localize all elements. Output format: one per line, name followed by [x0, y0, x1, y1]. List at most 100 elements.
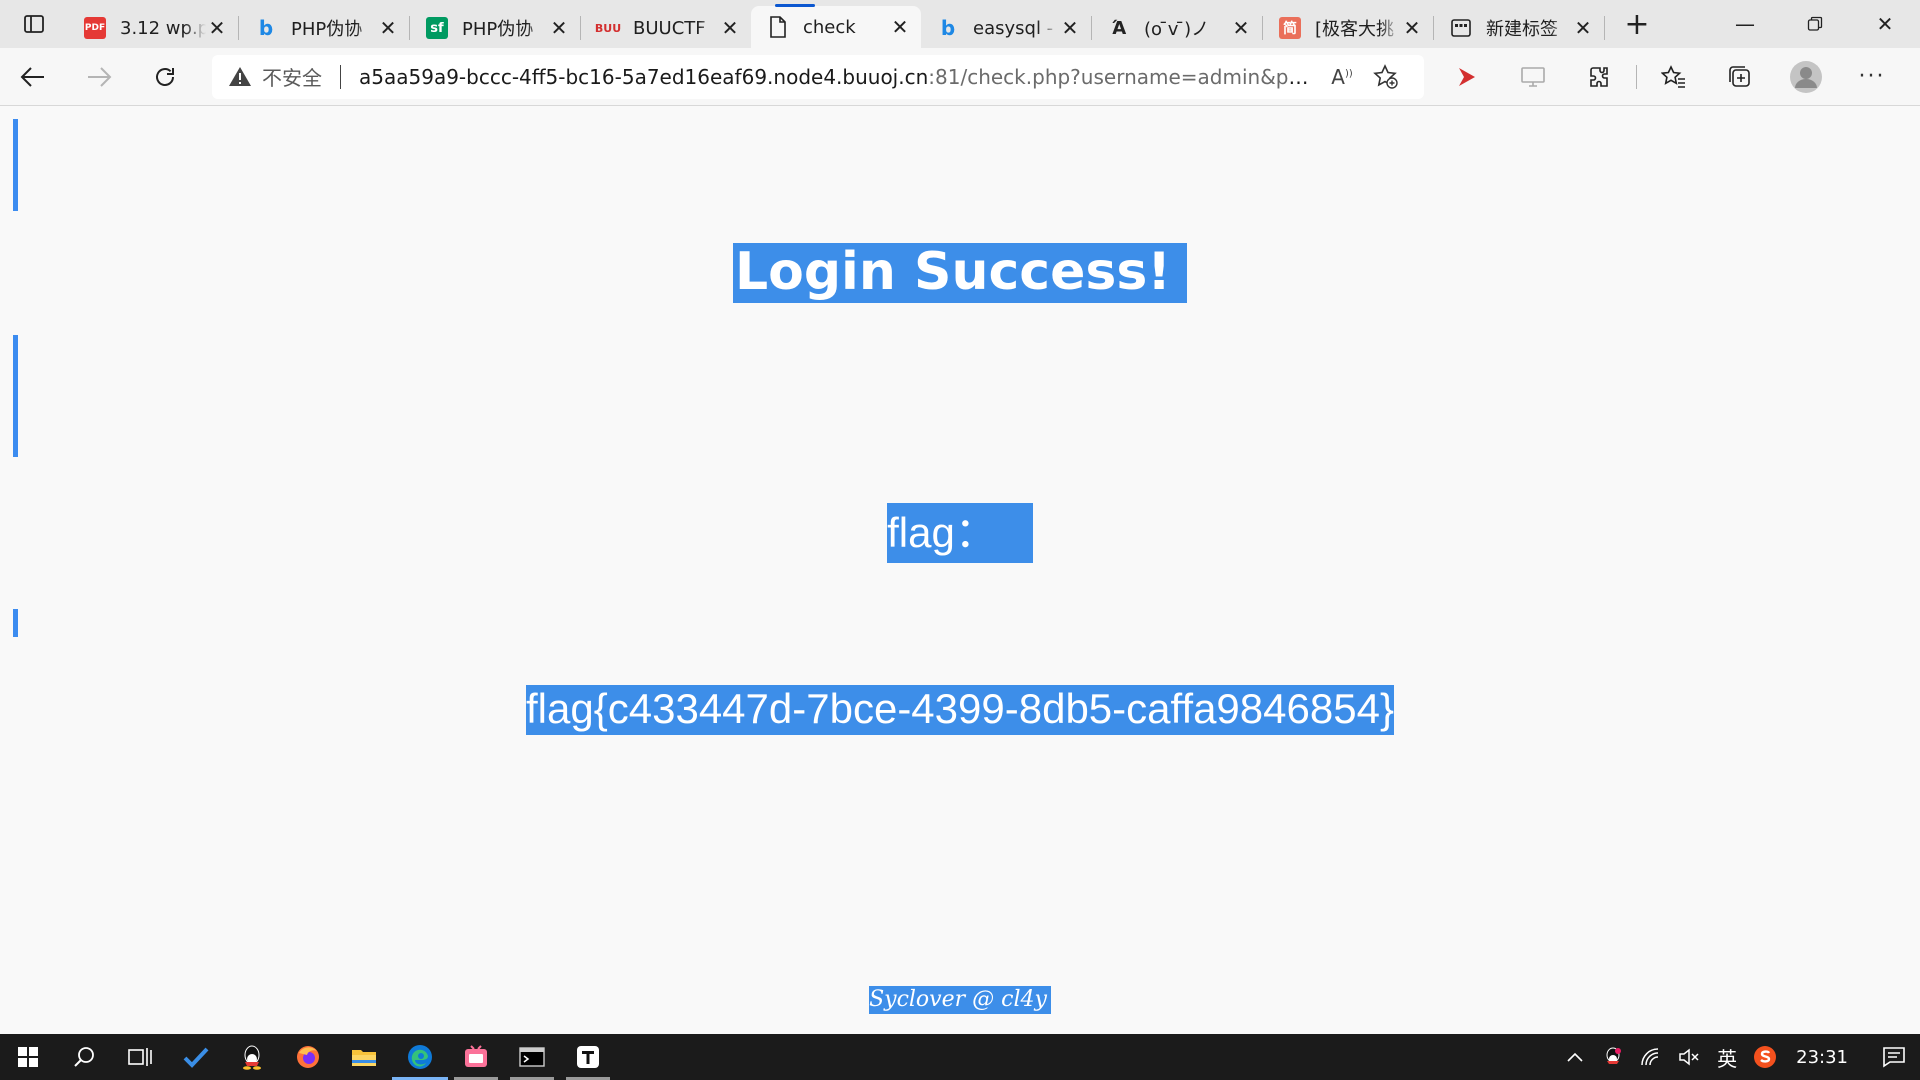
url-host: a5aa59a9-bccc-4ff5-bc16-5a7ed16eaf69.nod… [359, 64, 929, 89]
extensions-button[interactable] [1566, 48, 1632, 106]
close-icon[interactable]: ✕ [377, 16, 399, 40]
close-icon[interactable]: ✕ [1572, 16, 1594, 40]
tab-actions-button[interactable] [0, 0, 68, 48]
add-favorite-button[interactable] [1364, 55, 1408, 99]
terminal-icon [519, 1047, 545, 1067]
login-title-text: Login Success! [732, 243, 1188, 303]
new-tab-button[interactable]: + [1613, 0, 1661, 48]
close-icon[interactable]: ✕ [889, 15, 911, 39]
favorites-icon [1661, 64, 1685, 88]
start-button[interactable] [0, 1034, 56, 1080]
tab-title: PHP伪协 [462, 19, 534, 40]
tab-easysql[interactable]: b easysql - ✕ [921, 8, 1091, 48]
close-icon[interactable]: ✕ [1230, 16, 1252, 40]
notification-center-button[interactable] [1868, 1034, 1920, 1080]
system-tray: 英 23:31 [1556, 1034, 1920, 1080]
file-explorer-icon [352, 1050, 376, 1066]
chevron-up-icon [1567, 1052, 1583, 1062]
read-aloud-button[interactable]: A)) [1320, 55, 1364, 99]
address-bar[interactable]: 不安全 a5aa59a9-bccc-4ff5-bc16-5a7ed16eaf69… [212, 54, 1424, 99]
tab-title: easysql - [973, 17, 1054, 39]
sogou-ime-button[interactable] [1746, 1034, 1784, 1080]
refresh-button[interactable] [132, 48, 198, 106]
forward-arrow-icon [88, 66, 112, 87]
close-icon[interactable]: ✕ [719, 16, 741, 40]
taskbar-app-todo[interactable] [168, 1034, 224, 1080]
volume-button[interactable] [1670, 1034, 1708, 1080]
star-add-icon [1373, 63, 1398, 89]
page-content: Login Success! flag： flag{c433447d-7bce-… [0, 107, 1920, 1034]
taskbar-app-firefox[interactable] [280, 1034, 336, 1080]
collections-icon [1729, 65, 1750, 87]
taskbar-app-file-explorer[interactable] [336, 1034, 392, 1080]
tab-title: BUUCTF [633, 17, 706, 39]
show-hidden-icons-button[interactable] [1556, 1034, 1594, 1080]
collections-button[interactable] [1707, 48, 1773, 106]
bilibili-icon [465, 1045, 487, 1067]
security-label[interactable]: 不安全 [262, 62, 322, 91]
search-button[interactable] [56, 1034, 112, 1080]
tab-jianshu[interactable]: 简 [极客大挑 ✕ [1263, 8, 1433, 48]
taskbar-app-qq[interactable] [224, 1034, 280, 1080]
selection-bar [13, 335, 18, 457]
settings-more-button[interactable]: ··· [1839, 48, 1905, 106]
tab-title: [极客大挑 [1315, 19, 1395, 40]
profile-button[interactable] [1773, 48, 1839, 106]
qq-icon [243, 1045, 261, 1070]
task-view-icon [128, 1048, 152, 1066]
sogou-icon [1754, 1046, 1777, 1068]
flag-label: flag： [0, 503, 1920, 563]
close-icon[interactable]: ✕ [1401, 16, 1423, 40]
extension-red-button[interactable] [1434, 48, 1500, 106]
extension-screen-button[interactable] [1500, 48, 1566, 106]
tab-check[interactable]: check ✕ [751, 4, 921, 48]
windows-taskbar: 英 23:31 [0, 1034, 1920, 1080]
close-icon[interactable]: ✕ [1059, 16, 1081, 40]
segmentfault-icon: sf [426, 17, 448, 39]
url-text[interactable]: a5aa59a9-bccc-4ff5-bc16-5a7ed16eaf69.nod… [359, 65, 1320, 89]
input-method-button[interactable]: 英 [1708, 1034, 1746, 1080]
close-icon[interactable]: ✕ [206, 16, 228, 40]
restore-button[interactable] [1780, 0, 1850, 48]
todo-icon [183, 1047, 209, 1068]
taskbar-app-typora[interactable] [560, 1034, 616, 1080]
typora-icon [577, 1046, 599, 1068]
tab-strip: PDF 3.12 wp.p ✕ b PHP伪协 ✕ sf PHP伪协 ✕ BUU… [0, 0, 1920, 48]
tab-newtab[interactable]: 新建标签 ✕ [1434, 8, 1604, 48]
bing-icon: b [940, 16, 956, 40]
footer-credit: Syclover @ cl4y [0, 986, 1920, 1014]
edge-icon [408, 1045, 432, 1069]
tab-buuctf[interactable]: BUU BUUCTF ✕ [581, 8, 751, 48]
screen-extension-icon [1521, 66, 1545, 87]
tab-title: PHP伪协 [291, 19, 363, 40]
close-icon[interactable]: ✕ [548, 16, 570, 40]
back-button[interactable] [0, 48, 66, 106]
jianshu-icon: 简 [1279, 17, 1301, 39]
minimize-button[interactable]: — [1710, 0, 1780, 48]
restore-icon [1807, 16, 1823, 31]
tab-php-bing[interactable]: b PHP伪协 ✕ [239, 8, 409, 48]
tab-emoticon[interactable]: Ά (o ̄v ̄)ノ ✕ [1092, 8, 1262, 48]
warning-icon [229, 66, 251, 86]
search-icon [74, 1047, 94, 1067]
taskbar-app-bilibili[interactable] [448, 1034, 504, 1080]
close-icon: ✕ [1876, 12, 1894, 36]
clock[interactable]: 23:31 [1784, 1047, 1868, 1068]
read-aloud-icon: A)) [1331, 64, 1353, 89]
task-view-button[interactable] [112, 1034, 168, 1080]
tab-pdf[interactable]: PDF 3.12 wp.p ✕ [68, 8, 238, 48]
tab-php-sf[interactable]: sf PHP伪协 ✕ [410, 8, 580, 48]
url-path: :81/check.php?username=admin&passwor... [928, 64, 1320, 89]
tray-qq-button[interactable] [1594, 1034, 1632, 1080]
taskbar-app-terminal[interactable] [504, 1034, 560, 1080]
close-window-button[interactable]: ✕ [1850, 0, 1920, 48]
selection-bar [13, 609, 18, 637]
network-button[interactable] [1632, 1034, 1670, 1080]
wifi-icon [1641, 1048, 1659, 1066]
forward-button[interactable] [66, 48, 132, 106]
favorites-button[interactable] [1641, 48, 1707, 106]
taskbar-app-edge[interactable] [392, 1034, 448, 1080]
refresh-icon [156, 67, 174, 86]
firefox-icon [297, 1046, 319, 1068]
address-divider [340, 64, 341, 89]
